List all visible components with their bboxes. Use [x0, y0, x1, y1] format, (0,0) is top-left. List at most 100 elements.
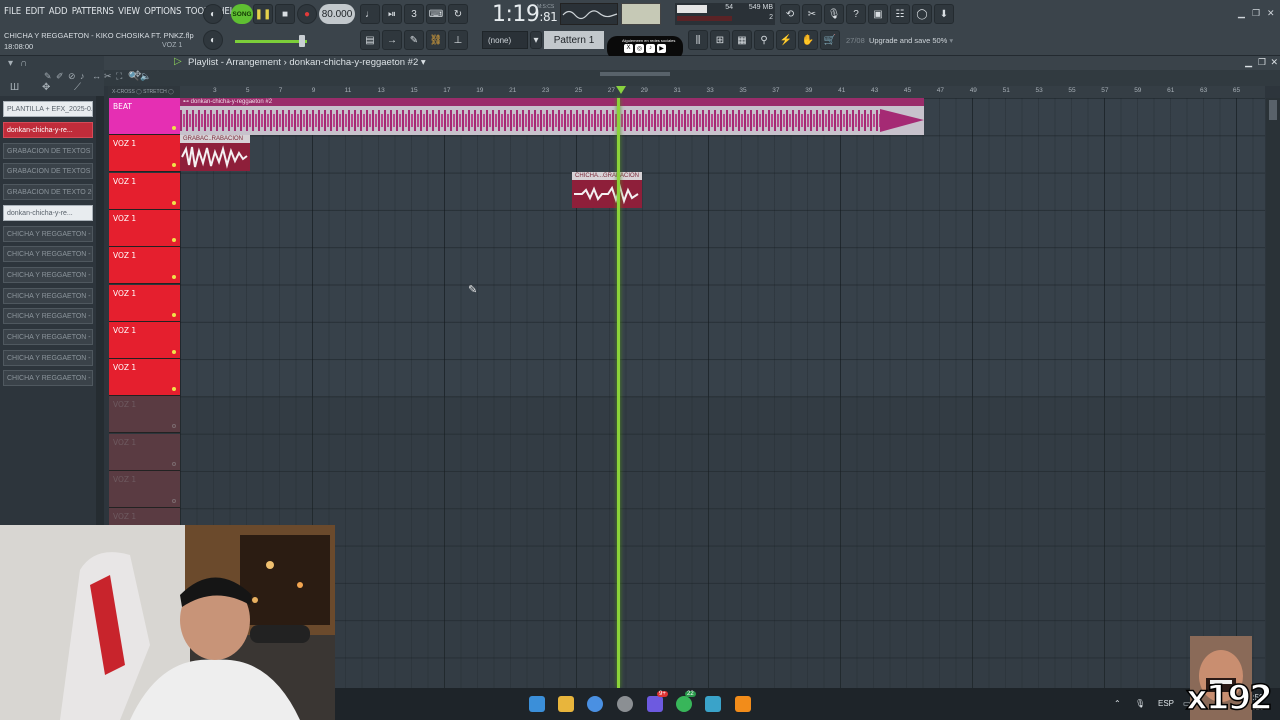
- snap-icon[interactable]: ▾: [8, 58, 13, 69]
- save-icon[interactable]: ▣: [868, 4, 888, 24]
- track-header-voz[interactable]: VOZ 1: [109, 433, 180, 471]
- track-indicator-icon[interactable]: [172, 275, 176, 280]
- piano-roll-icon[interactable]: ▤: [360, 30, 380, 50]
- track-indicator-icon[interactable]: [172, 126, 176, 130]
- channel-rack-icon[interactable]: ⫼: [688, 30, 708, 50]
- maximize-icon[interactable]: ❐: [1252, 8, 1260, 19]
- arrange-icon[interactable]: ✥: [134, 69, 142, 80]
- track-header-voz[interactable]: VOZ 1: [109, 359, 180, 397]
- browser-item[interactable]: donkan-chicha-y-re...: [3, 205, 93, 221]
- start-menu-icon[interactable]: [529, 696, 545, 712]
- track-header-voz[interactable]: VOZ 1: [109, 209, 180, 247]
- grid-empty-area[interactable]: [180, 396, 1265, 688]
- browser-item[interactable]: CHICHA Y REGGAETON - KI...: [3, 329, 93, 345]
- main-volume-slider[interactable]: [235, 40, 307, 43]
- menu-file[interactable]: FILE: [4, 6, 21, 17]
- browser-item[interactable]: PLANTILLA + EFX_2025-0...: [3, 101, 93, 117]
- select-icon[interactable]: ⛶: [116, 71, 122, 82]
- tree-icon[interactable]: ✥: [42, 82, 50, 93]
- chevron-down-icon[interactable]: ▾: [530, 31, 542, 49]
- track-indicator-icon[interactable]: [172, 461, 176, 466]
- track-header-voz[interactable]: VOZ 1: [109, 135, 180, 173]
- play-pattern-icon[interactable]: ▷: [174, 56, 182, 67]
- master-pitch-knob[interactable]: ◐: [203, 4, 223, 24]
- plugin-icon[interactable]: ⚲: [754, 30, 774, 50]
- upgrade-banner[interactable]: 27/08 Upgrade and save 50% ▾: [846, 36, 953, 45]
- chrome-icon[interactable]: [587, 696, 603, 712]
- slice-icon[interactable]: ✂: [104, 71, 112, 82]
- whatsapp-icon[interactable]: [676, 696, 692, 712]
- wand-icon[interactable]: ⟋: [74, 82, 81, 93]
- mixer-icon[interactable]: ☷: [890, 4, 910, 24]
- horizontal-scrollbar[interactable]: [600, 72, 670, 76]
- pattern-selector[interactable]: Pattern 1: [544, 31, 604, 49]
- browser-item[interactable]: CHICHA Y REGGAETON - KI...: [3, 350, 93, 366]
- arrangement-name[interactable]: donkan-chicha-y-reggaeton #2: [289, 57, 418, 68]
- tempo-display[interactable]: 80.000: [319, 4, 355, 24]
- browser-item[interactable]: GRABACION DE TEXTO 202...: [3, 184, 93, 200]
- track-header-voz[interactable]: VOZ 1: [109, 284, 180, 322]
- mute-icon[interactable]: ♪: [80, 71, 85, 81]
- playlist-maximize-icon[interactable]: ❐: [1258, 57, 1266, 68]
- link-icon[interactable]: ⛓: [426, 30, 446, 50]
- vertical-scrollbar[interactable]: [1266, 98, 1280, 688]
- browser-item[interactable]: CHICHA Y REGGAETON - KI...: [3, 288, 93, 304]
- playhead-line[interactable]: [617, 98, 620, 688]
- playlist-grid[interactable]: ⊷ donkan-chicha-y-reggaeton #2 GRABAC..R…: [180, 98, 1265, 688]
- menu-patterns[interactable]: PATTERNS: [72, 6, 114, 17]
- track-header-beat[interactable]: BEAT: [109, 98, 180, 135]
- menu-view[interactable]: VIEW: [118, 6, 140, 17]
- wait-input-icon[interactable]: ⏯: [382, 4, 402, 24]
- track-header-voz[interactable]: VOZ 1: [109, 172, 180, 210]
- track-indicator-icon[interactable]: [172, 200, 176, 205]
- menu-edit[interactable]: EDIT: [25, 6, 44, 17]
- delete-icon[interactable]: ⊘: [68, 71, 76, 82]
- track-header-voz[interactable]: VOZ 1: [109, 471, 180, 508]
- hint-icon[interactable]: ✋: [798, 30, 818, 50]
- menu-add[interactable]: ADD: [49, 6, 68, 17]
- file-explorer-icon[interactable]: [558, 696, 574, 712]
- browser-item[interactable]: GRABACION DE TEXTOS 202...: [3, 163, 93, 179]
- edison-icon[interactable]: ⚡: [776, 30, 796, 50]
- song-position-marker[interactable]: [616, 86, 626, 94]
- stop-icon[interactable]: ■: [275, 4, 295, 24]
- microphone-icon[interactable]: 🎙: [824, 4, 844, 24]
- countdown-icon[interactable]: 3: [404, 4, 424, 24]
- browser-item[interactable]: CHICHA Y REGGAETON - KI...: [3, 226, 93, 242]
- playlist-titlebar[interactable]: ▷ Playlist - Arrangement › donkan-chicha…: [104, 56, 1280, 70]
- record-icon[interactable]: ●: [297, 4, 317, 24]
- undo-icon[interactable]: ⟲: [780, 4, 800, 24]
- slip-icon[interactable]: ↔: [92, 71, 101, 81]
- discord-icon[interactable]: [647, 696, 663, 712]
- song-mode-toggle[interactable]: SONG: [231, 4, 253, 24]
- fl-studio-icon[interactable]: [735, 696, 751, 712]
- master-volume-knob[interactable]: ◐: [203, 30, 223, 50]
- timeline-ruler[interactable]: 3 5 7 9 11 13 15 17 19 21 23 25 27 29 31 33 35 37 39 41 43 45…: [180, 86, 1265, 98]
- notepad-icon[interactable]: [705, 696, 721, 712]
- tray-chevron-icon[interactable]: ⌃: [1114, 699, 1121, 708]
- volume-slider-handle[interactable]: [299, 35, 305, 47]
- download-icon[interactable]: ⬇: [934, 4, 954, 24]
- zoom-controls[interactable]: X-CROSS ◯ STRETCH ◯: [108, 86, 180, 98]
- magnet-icon[interactable]: ∩: [20, 58, 27, 69]
- playlist-minimize-icon[interactable]: ▁: [1245, 57, 1252, 68]
- pencil-icon[interactable]: ✎: [44, 71, 52, 82]
- voz-audio-clip[interactable]: CHICHA...GRABACION: [572, 172, 642, 208]
- track-header-voz[interactable]: VOZ 1: [109, 247, 180, 285]
- stamp-icon[interactable]: ⊥: [448, 30, 468, 50]
- tray-mic-icon[interactable]: 🎙: [1135, 699, 1145, 708]
- browser-item[interactable]: CHICHA Y REGGAETON - KI...: [3, 308, 93, 324]
- track-indicator-icon[interactable]: [172, 499, 176, 503]
- brush-icon[interactable]: ✐: [56, 71, 64, 82]
- minimize-icon[interactable]: ▁: [1238, 8, 1245, 19]
- step-edit-icon[interactable]: ⌨: [426, 4, 446, 24]
- browser-item[interactable]: CHICHA Y REGGAETON - KI...: [3, 246, 93, 262]
- menu-options[interactable]: OPTIONS: [144, 6, 181, 17]
- beat-audio-clip[interactable]: ⊷ donkan-chicha-y-reggaeton #2: [180, 98, 924, 135]
- track-indicator-icon[interactable]: [172, 387, 176, 392]
- mixer-window-icon[interactable]: ⊞: [710, 30, 730, 50]
- track-indicator-icon[interactable]: [172, 349, 176, 354]
- draw-icon[interactable]: ✎: [404, 30, 424, 50]
- track-header-voz[interactable]: VOZ 1: [109, 321, 180, 359]
- obs-icon[interactable]: [617, 696, 633, 712]
